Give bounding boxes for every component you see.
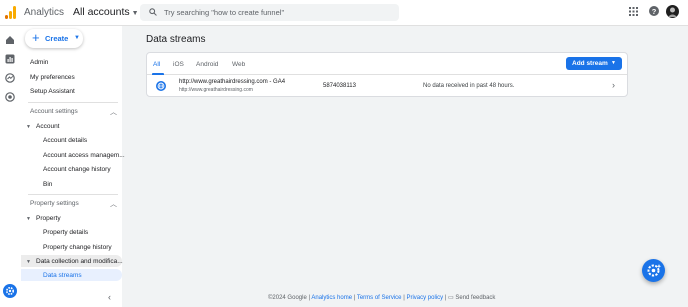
admin-nav: + Create ▼ Admin My preferences Setup As… xyxy=(20,26,125,307)
explore-icon[interactable] xyxy=(5,73,15,83)
help-icon[interactable]: ? xyxy=(649,6,659,16)
svg-text:?: ? xyxy=(652,7,657,16)
search-icon xyxy=(149,8,157,16)
top-bar: Analytics All accounts ▼ Try searching "h… xyxy=(0,0,688,26)
tab-ios[interactable]: iOS xyxy=(173,61,184,68)
account-settings-section[interactable]: Account settings ︿ xyxy=(23,106,121,118)
collapse-nav-icon[interactable]: ‹ xyxy=(108,292,111,302)
stream-name: http://www.greathairdressing.com - GA4 xyxy=(179,79,286,85)
nav-group-property[interactable]: Property xyxy=(36,215,61,222)
privacy-link[interactable]: Privacy policy xyxy=(406,295,443,301)
section-heading: Property settings xyxy=(30,200,79,207)
stream-id: 5874038113 xyxy=(323,83,356,89)
account-label: All accounts xyxy=(73,6,130,18)
add-stream-button[interactable]: Add stream ▼ xyxy=(566,57,622,70)
nav-item-admin[interactable]: Admin xyxy=(30,59,48,66)
chevron-right-icon[interactable]: › xyxy=(612,80,615,90)
nav-item-property-change-history[interactable]: Property change history xyxy=(43,244,112,251)
tab-all[interactable]: All xyxy=(153,61,160,68)
admin-settings-button[interactable] xyxy=(3,284,17,298)
nav-item-setup-assistant[interactable]: Setup Assistant xyxy=(30,88,75,95)
chevron-down-icon: ▼ xyxy=(611,60,616,66)
page-title: Data streams xyxy=(146,34,206,45)
feedback-icon[interactable]: ▭ xyxy=(448,295,454,301)
nav-item-account-access[interactable]: Account access managem... xyxy=(43,152,125,159)
chevron-up-icon: ︿ xyxy=(110,109,117,116)
data-streams-card: All iOS Android Web Add stream ▼ http://… xyxy=(146,52,628,97)
stream-tabs: All iOS Android Web Add stream ▼ xyxy=(147,53,627,75)
divider xyxy=(28,102,118,103)
expand-arrow-icon[interactable]: ▼ xyxy=(26,124,31,130)
web-stream-icon xyxy=(156,81,166,91)
stream-status: No data received in past 48 hours. xyxy=(423,83,515,89)
tab-web[interactable]: Web xyxy=(232,61,245,68)
property-settings-section[interactable]: Property settings ︿ xyxy=(23,198,121,210)
section-heading: Account settings xyxy=(30,108,78,115)
reports-icon[interactable] xyxy=(5,54,15,64)
create-button[interactable]: + Create ▼ xyxy=(25,29,83,48)
copyright-text: ©2024 Google | xyxy=(268,295,311,301)
nav-item-account-change-history[interactable]: Account change history xyxy=(43,166,111,173)
stream-row[interactable]: http://www.greathairdressing.com - GA4 h… xyxy=(147,75,627,97)
avatar[interactable] xyxy=(666,5,679,18)
account-switcher[interactable]: All accounts ▼ xyxy=(73,6,139,18)
analytics-logo[interactable] xyxy=(5,6,17,19)
search-placeholder: Try searching "how to create funnel" xyxy=(164,8,285,17)
assistant-fab[interactable] xyxy=(642,259,665,282)
analytics-home-link[interactable]: Analytics home xyxy=(311,295,352,301)
nav-item-property-details[interactable]: Property details xyxy=(43,229,88,236)
chevron-down-icon: ▼ xyxy=(74,35,80,41)
send-feedback-link[interactable]: Send feedback xyxy=(455,295,495,301)
tab-android[interactable]: Android xyxy=(196,61,218,68)
nav-item-data-streams[interactable]: Data streams xyxy=(43,272,82,279)
expand-arrow-icon[interactable]: ▼ xyxy=(26,259,31,265)
app-name: Analytics xyxy=(24,7,65,18)
nav-item-account-details[interactable]: Account details xyxy=(43,137,87,144)
nav-item-my-preferences[interactable]: My preferences xyxy=(30,74,75,81)
expand-arrow-icon[interactable]: ▼ xyxy=(26,216,31,222)
advertising-icon[interactable] xyxy=(5,92,15,102)
nav-group-data-collection[interactable]: Data collection and modifica... xyxy=(36,258,123,265)
chevron-up-icon: ︿ xyxy=(110,201,117,208)
footer: ©2024 Google | Analytics home | Terms of… xyxy=(268,295,496,301)
gear-sparkle-icon xyxy=(647,264,662,277)
gear-icon xyxy=(5,286,15,296)
create-label: Create xyxy=(45,34,69,43)
add-stream-label: Add stream xyxy=(572,60,608,67)
left-rail xyxy=(0,26,20,307)
chevron-down-icon: ▼ xyxy=(131,10,139,17)
divider xyxy=(28,194,118,195)
search-bar[interactable]: Try searching "how to create funnel" xyxy=(140,4,399,21)
home-icon[interactable] xyxy=(5,35,15,45)
stream-url: http://www.greathairdressing.com xyxy=(179,87,253,93)
nav-item-bin[interactable]: Bin xyxy=(43,181,52,188)
plus-icon: + xyxy=(32,30,40,45)
nav-group-account[interactable]: Account xyxy=(36,123,60,130)
apps-grid-icon[interactable] xyxy=(629,7,638,16)
terms-link[interactable]: Terms of Service xyxy=(357,295,402,301)
